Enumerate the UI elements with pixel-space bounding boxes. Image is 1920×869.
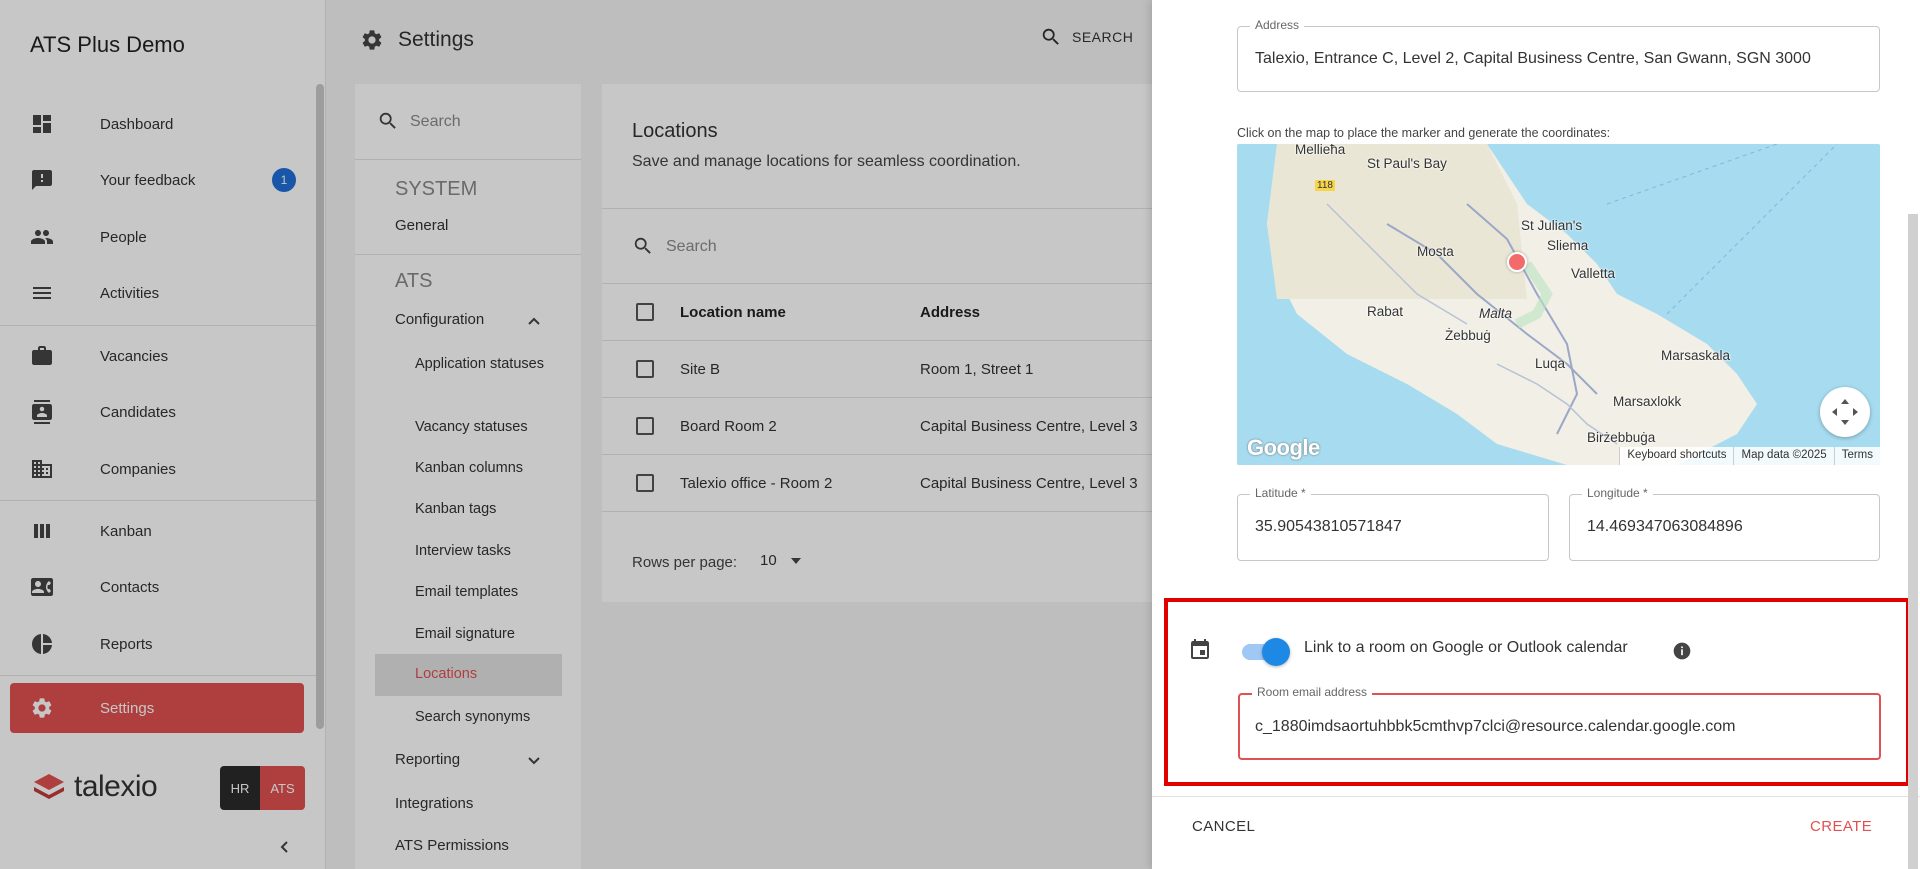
longitude-label: Longitude * [1582,486,1653,500]
map-label: Malta [1479,306,1513,321]
keyboard-shortcuts-link[interactable]: Keyboard shortcuts [1619,447,1733,465]
address-value: Talexio, Entrance C, Level 2, Capital Bu… [1255,50,1811,67]
address-label: Address [1250,18,1305,32]
longitude-value: 14.469347063084896 [1587,518,1743,535]
toggle-knob [1262,638,1290,666]
map-label: Valletta [1571,266,1616,281]
calendar-link-toggle[interactable] [1242,638,1290,666]
map-label: Sliema [1547,238,1589,253]
map-label: St Paul's Bay [1367,156,1447,171]
map-label: Marsaxlokk [1613,394,1682,409]
location-map[interactable]: Mellieħa St Paul's Bay 118 St Julian's S… [1237,144,1880,465]
map-pan-control[interactable] [1820,387,1870,437]
info-icon[interactable] [1672,641,1692,661]
terms-link[interactable]: Terms [1833,447,1880,465]
room-email-label: Room email address [1252,685,1373,699]
drawer-divider [1152,796,1920,797]
map-label: Mellieħa [1295,144,1346,157]
latitude-value: 35.90543810571847 [1255,518,1402,535]
room-email-input[interactable] [1255,715,1865,739]
create-button[interactable]: CREATE [1810,818,1872,835]
room-email-field[interactable]: Room email address [1238,685,1881,760]
address-field[interactable]: Address Talexio, Entrance C, Level 2, Ca… [1237,18,1880,92]
road-number-label: 118 [1315,180,1335,191]
cancel-button[interactable]: CANCEL [1192,818,1255,835]
map-footer: Keyboard shortcuts Map data ©2025 Terms [1619,447,1880,465]
map-land-shape [1237,144,1880,465]
map-label: Birżebbuġa [1587,430,1656,445]
map-label: Rabat [1367,304,1404,319]
map-label: Żebbuġ [1445,328,1491,343]
map-hint: Click on the map to place the marker and… [1237,126,1611,140]
latitude-label: Latitude * [1250,486,1311,500]
map-label: Mosta [1417,244,1454,259]
longitude-field[interactable]: Longitude * 14.469347063084896 [1569,486,1880,561]
create-location-drawer: Address Talexio, Entrance C, Level 2, Ca… [1152,0,1920,869]
map-label: Marsaskala [1661,348,1731,363]
calendar-link-label: Link to a room on Google or Outlook cale… [1304,639,1628,656]
map-marker-icon[interactable] [1507,252,1527,272]
latitude-field[interactable]: Latitude * 35.90543810571847 [1237,486,1549,561]
map-label: St Julian's [1521,218,1583,233]
map-data-attribution: Map data ©2025 [1733,447,1833,465]
calendar-icon [1191,639,1209,659]
pan-arrows-icon [1832,399,1858,425]
modal-backdrop[interactable] [0,0,1152,869]
drawer-scrollbar[interactable] [1908,214,1918,869]
calendar-link-section: Link to a room on Google or Outlook cale… [1164,598,1910,786]
map-label: Luqa [1535,356,1566,371]
google-logo: Google [1247,435,1320,460]
